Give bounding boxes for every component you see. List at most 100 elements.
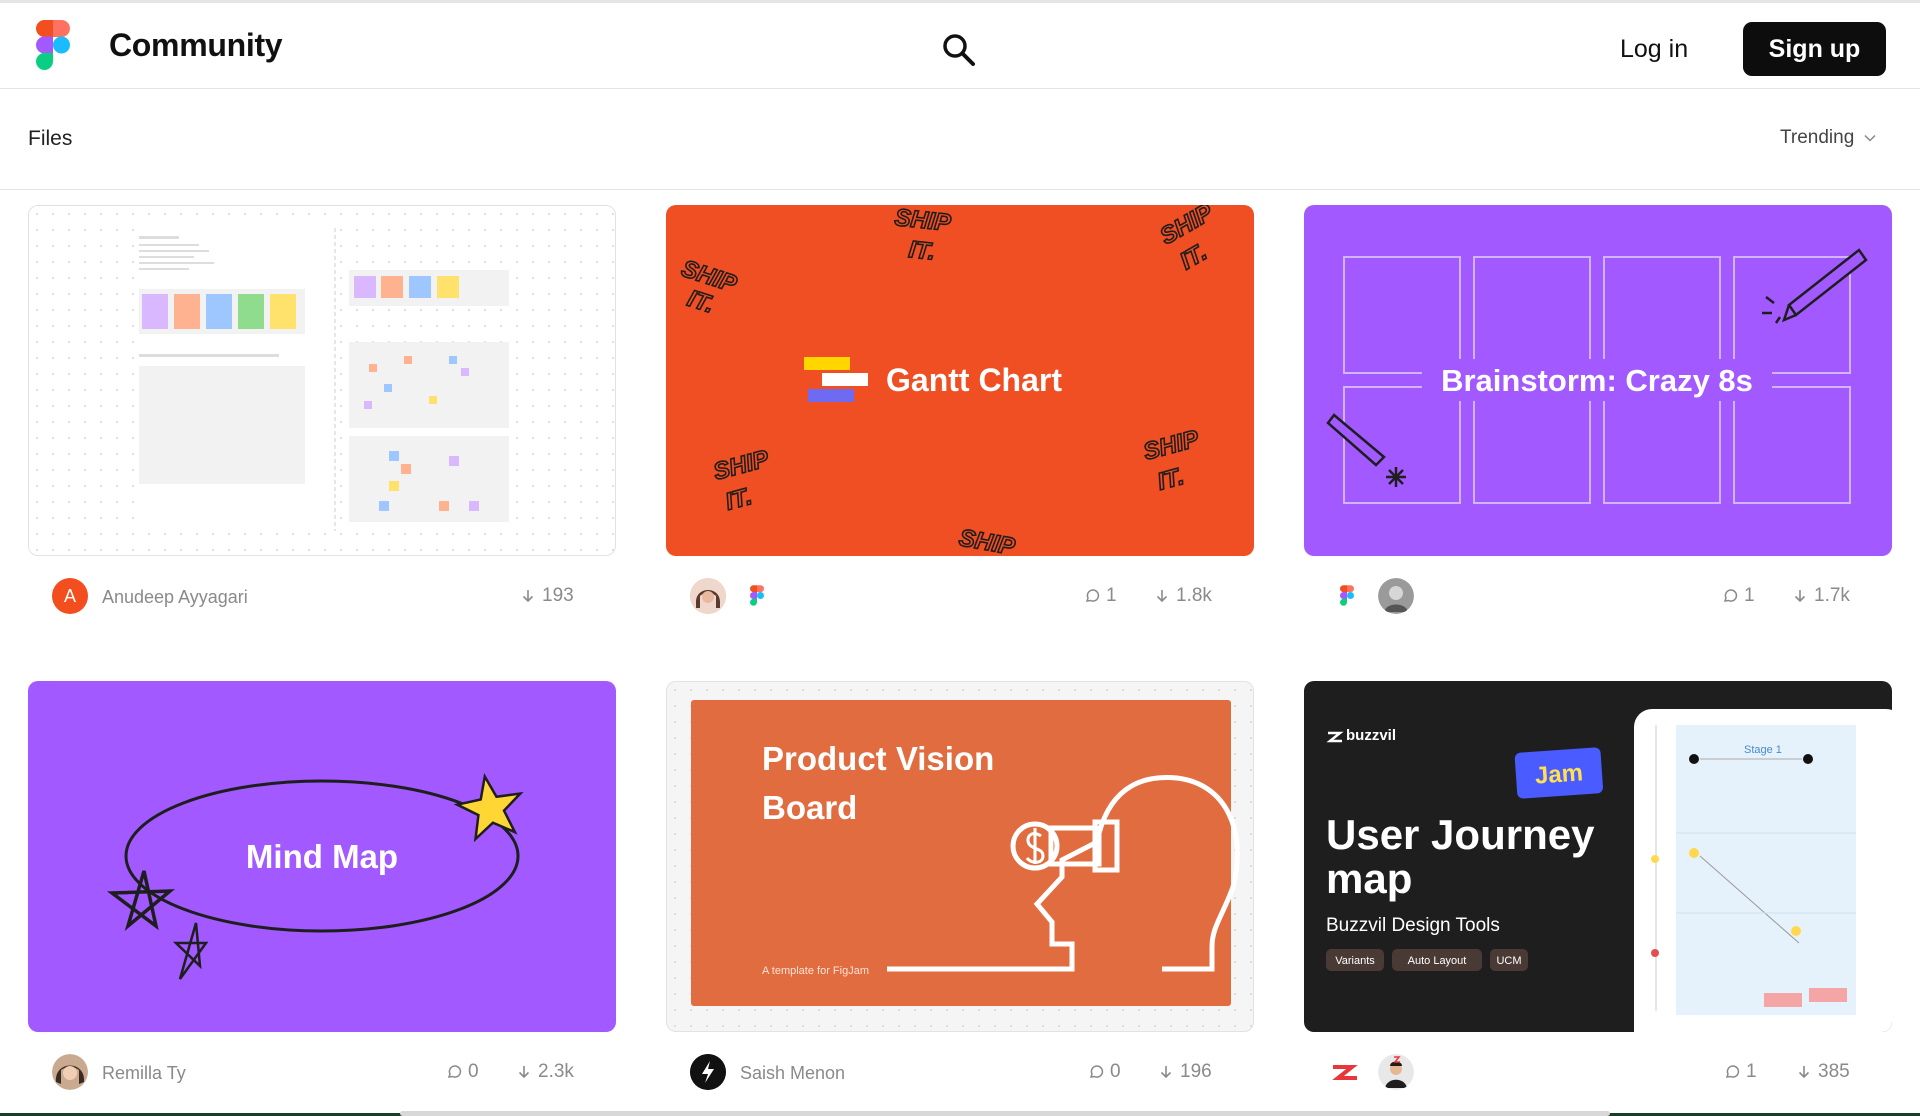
thumb-title-line1: User Journey <box>1326 811 1595 858</box>
figma-logo-icon[interactable] <box>36 20 70 70</box>
author-name[interactable]: Saish Menon <box>740 1063 845 1084</box>
avatar[interactable] <box>52 1054 88 1090</box>
download-count-value: 196 <box>1180 1061 1212 1082</box>
chevron-down-icon <box>1864 134 1876 142</box>
comment-icon <box>1085 589 1100 602</box>
product-vision-cover: Product Vision Board A template for FigJ… <box>691 700 1240 1006</box>
sort-dropdown[interactable]: Trending <box>1780 127 1876 149</box>
top-bar: Community Log in Sign up <box>0 0 1920 89</box>
comment-count: 1 <box>1724 1061 1757 1083</box>
download-count: 385 <box>1796 1061 1850 1083</box>
section-label: Files <box>28 127 73 150</box>
card-meta: A Anudeep Ayyagari 193 <box>28 559 616 623</box>
comment-count: 1 <box>1722 585 1755 607</box>
download-count: 193 <box>520 585 574 607</box>
comment-count-value: 0 <box>468 1061 479 1082</box>
comment-icon <box>447 1065 462 1078</box>
download-icon <box>1160 1066 1172 1079</box>
comment-count: 1 <box>1084 585 1117 607</box>
crazy8s-cover: Brainstorm: Crazy 8s <box>1326 248 1868 504</box>
doodle-it: IT. <box>907 236 936 266</box>
download-count: 1.8k <box>1154 585 1212 607</box>
file-thumbnail[interactable]: Mind Map <box>28 681 616 1032</box>
buzzvil-badge-icon[interactable] <box>1330 1063 1360 1083</box>
login-link[interactable]: Log in <box>1620 35 1688 64</box>
avatar-letter: A <box>63 585 76 606</box>
jam-badge: Jam <box>1534 759 1584 789</box>
thumb-caption: A template for FigJam <box>762 965 869 977</box>
card-meta: 1 1.7k <box>1304 559 1892 623</box>
thumb-title: Gantt Chart <box>886 362 1062 398</box>
avatar[interactable] <box>1378 1054 1414 1090</box>
person-avatar-icon <box>1378 578 1414 614</box>
buzzvil-logo-icon <box>1326 731 1344 743</box>
download-icon <box>1798 1066 1810 1079</box>
comment-count: 0 <box>446 1061 479 1083</box>
gantt-cover: SHIP IT. SHIP IT. SHIP IT. SHIP IT. SHIP… <box>677 205 1219 556</box>
thumb-title-line2: map <box>1326 855 1412 902</box>
comment-count-value: 1 <box>1744 585 1755 606</box>
card-meta: Saish Menon 0 196 <box>666 1035 1254 1099</box>
mindmap-cover: Mind Map <box>106 772 524 980</box>
comment-count-value: 1 <box>1106 585 1117 606</box>
person-avatar-icon <box>1378 1054 1414 1090</box>
figma-badge-icon[interactable] <box>750 585 764 606</box>
file-thumbnail[interactable]: Brainstorm: Crazy 8s <box>1304 205 1892 556</box>
thumb-title-line1: Product Vision <box>762 740 994 777</box>
search-icon[interactable] <box>940 31 978 69</box>
file-thumbnail[interactable] <box>28 205 616 556</box>
file-thumbnail[interactable]: buzzvil Jam User Journey map Buzzvil Des… <box>1304 681 1892 1032</box>
download-count-value: 1.7k <box>1814 585 1850 606</box>
pencil-doodle-icon <box>1326 413 1406 487</box>
board-preview <box>137 228 509 531</box>
download-icon <box>518 1066 530 1079</box>
filter-bar: Files Trending <box>0 89 1920 190</box>
figma-badge-icon[interactable] <box>1340 585 1354 606</box>
star-doodle-icon <box>106 870 176 932</box>
avatar[interactable] <box>690 578 726 614</box>
avatar[interactable] <box>690 1054 726 1090</box>
doodle-ship: SHIP <box>1141 425 1203 466</box>
thumb-subtitle: Buzzvil Design Tools <box>1326 915 1500 936</box>
doodle-it: IT. <box>1155 463 1187 496</box>
card-meta: Remilla Ty 0 2.3k <box>28 1035 616 1099</box>
thumb-title-line2: Board <box>762 789 857 826</box>
doodle-ship: SHIP <box>1156 205 1219 250</box>
author-name[interactable]: Remilla Ty <box>102 1063 186 1084</box>
bolt-avatar-icon <box>690 1054 726 1090</box>
user-journey-cover: buzzvil Jam User Journey map Buzzvil Des… <box>1326 709 1892 1032</box>
thumb-title: Mind Map <box>246 838 398 875</box>
comment-icon <box>1723 589 1738 602</box>
author-name[interactable]: Anudeep Ayyagari <box>102 587 248 608</box>
avatar[interactable]: A <box>52 578 88 614</box>
file-thumbnail[interactable]: Product Vision Board A template for FigJ… <box>666 681 1254 1032</box>
avatar[interactable] <box>1378 578 1414 614</box>
download-count-value: 2.3k <box>538 1061 574 1082</box>
card-meta: 1 385 <box>1304 1035 1892 1099</box>
horizontal-scrollbar[interactable] <box>400 1111 1610 1116</box>
comment-count-value: 1 <box>1746 1061 1757 1082</box>
person-avatar-icon <box>52 1054 88 1090</box>
brand-tag: buzzvil <box>1346 727 1396 744</box>
download-count: 2.3k <box>516 1061 574 1083</box>
comment-count: 0 <box>1088 1061 1121 1083</box>
doodle-ship: SHIP <box>893 205 953 237</box>
doodle-ship: SHIP <box>957 524 1018 556</box>
chip-ucm: UCM <box>1496 955 1521 967</box>
page-title: Community <box>109 27 283 63</box>
chip-auto-layout: Auto Layout <box>1408 955 1467 967</box>
stage-label: Stage 1 <box>1744 744 1782 756</box>
download-count-value: 193 <box>542 585 574 606</box>
star-doodle-icon <box>172 922 209 980</box>
download-count-value: 1.8k <box>1176 585 1212 606</box>
download-icon <box>1156 590 1168 603</box>
file-thumbnail[interactable]: SHIP IT. SHIP IT. SHIP IT. SHIP IT. SHIP… <box>666 205 1254 556</box>
card-meta: 1 1.8k <box>666 559 1254 623</box>
doodle-it: IT. <box>1176 239 1212 275</box>
comment-count-value: 0 <box>1110 1061 1121 1082</box>
person-avatar-icon <box>690 578 726 614</box>
doodle-it: IT. <box>723 483 755 516</box>
sort-label: Trending <box>1780 127 1855 148</box>
signup-button[interactable]: Sign up <box>1743 22 1886 76</box>
star-icon <box>453 772 524 843</box>
